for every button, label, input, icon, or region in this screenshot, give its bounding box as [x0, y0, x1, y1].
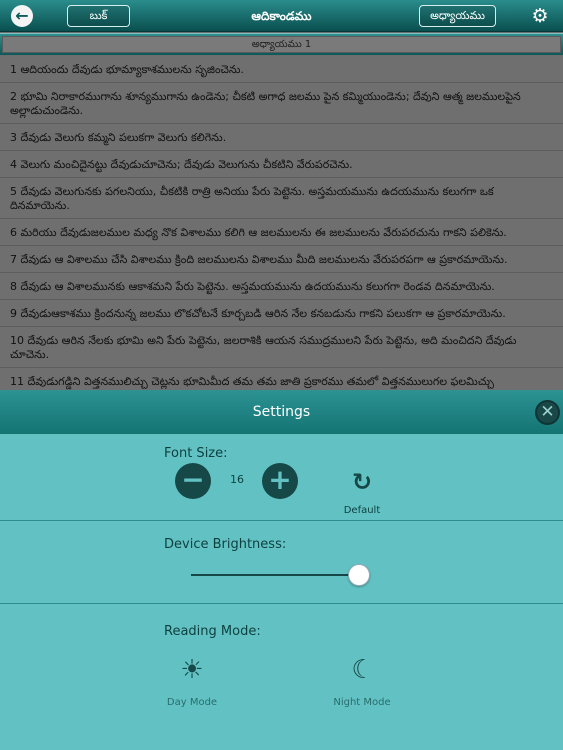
font-size-value: 16	[230, 473, 244, 486]
brightness-slider-track[interactable]	[191, 574, 359, 576]
font-size-label: Font Size:	[164, 446, 228, 461]
verse-item[interactable]: 2 భూమి నిరాకారముగాను శూన్యముగాను ఉండెను;…	[0, 83, 563, 124]
settings-title: Settings	[0, 390, 563, 434]
gear-icon[interactable]: ⚙	[530, 6, 550, 26]
settings-panel: Settings ✕ Font Size: − 16 + ↻ Default D…	[0, 390, 563, 750]
verse-item[interactable]: 1 ఆదియందు దేవుడు భూమ్యాకాశములను సృజించెన…	[0, 56, 563, 83]
sun-icon[interactable]: ☀	[177, 655, 207, 685]
increase-font-button[interactable]: +	[262, 463, 298, 499]
reading-mode-label: Reading Mode:	[164, 624, 261, 639]
verse-item[interactable]: 4 వెలుగు మంచిదైనట్టు దేవుడుచూచెను; దేవుడ…	[0, 151, 563, 178]
verse-item[interactable]: 6 మరియు దేవుడుజలముల మధ్య నొక విశాలము కలి…	[0, 219, 563, 246]
verse-item[interactable]: 10 దేవుడు ఆరిన నేలకు భూమి అని పేరు పెట్ట…	[0, 327, 563, 368]
verse-item[interactable]: 9 దేవుడుఆకాశము క్రిందనున్న జలము లొకచోటనే…	[0, 300, 563, 327]
brightness-slider-thumb[interactable]	[348, 564, 370, 586]
verse-item[interactable]: 8 దేవుడు ఆ విశాలమునకు ఆకాశమని పేరు పెట్ట…	[0, 273, 563, 300]
decrease-font-button[interactable]: −	[175, 463, 211, 499]
brightness-section: Device Brightness:	[0, 521, 563, 604]
book-button[interactable]: బుక్	[67, 5, 130, 27]
font-size-section: Font Size: − 16 + ↻ Default	[0, 434, 563, 521]
verse-item[interactable]: 11 దేవుడుగడ్డిని విత్తనములిచ్చు చెట్లను …	[0, 368, 563, 390]
night-mode-label[interactable]: Night Mode	[322, 697, 402, 709]
verse-list[interactable]: 1 ఆదియందు దేవుడు భూమ్యాకాశములను సృజించెన…	[0, 56, 563, 390]
verse-item[interactable]: 3 దేవుడు వెలుగు కమ్మని పలుకగా వెలుగు కలి…	[0, 124, 563, 151]
verse-item[interactable]: 5 దేవుడు వెలుగునకు పగలనియు, చీకటికి రాత్…	[0, 178, 563, 219]
chapter-button[interactable]: అధ్యాయము	[419, 5, 496, 27]
reading-mode-section: Reading Mode: ☀ Day Mode ☾ Night Mode	[0, 604, 563, 750]
back-arrow-icon[interactable]: ←	[11, 5, 33, 27]
chapter-label: అధ్యాయము 1	[2, 36, 561, 53]
reset-icon[interactable]: ↻	[349, 469, 375, 495]
page-title: ఆదికాండము	[251, 9, 312, 23]
chapter-header: అధ్యాయము 1	[0, 33, 563, 55]
verse-item[interactable]: 7 దేవుడు ఆ విశాలము చేసి విశాలము క్రింది …	[0, 246, 563, 273]
default-label[interactable]: Default	[337, 505, 387, 517]
day-mode-label[interactable]: Day Mode	[152, 697, 232, 709]
top-navbar: ← బుక్ ఆదికాండము అధ్యాయము ⚙	[0, 0, 563, 32]
close-icon[interactable]: ✕	[535, 400, 560, 425]
moon-icon[interactable]: ☾	[348, 655, 378, 685]
brightness-label: Device Brightness:	[164, 537, 287, 552]
